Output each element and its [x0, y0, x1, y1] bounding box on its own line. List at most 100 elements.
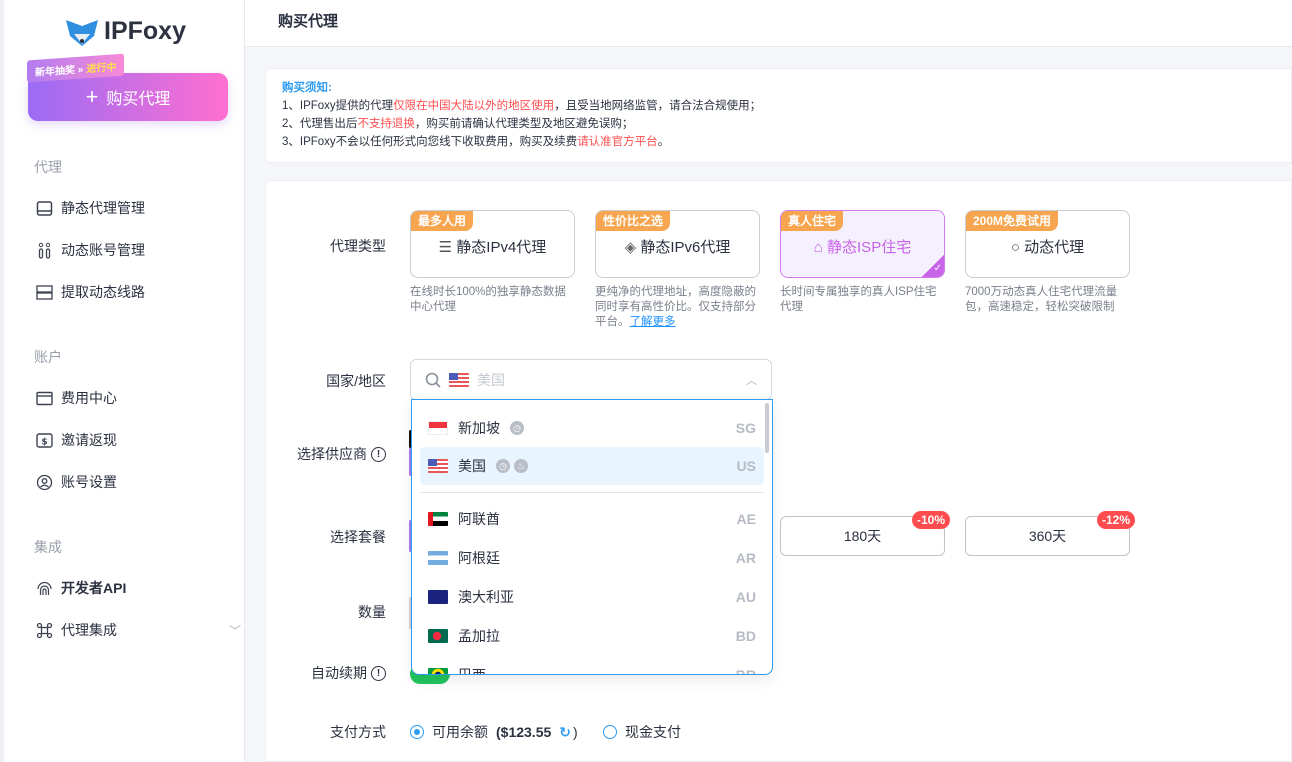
payment-cash-option[interactable]: 现金支付: [603, 722, 681, 742]
country-dropdown: 新加坡 ◷ SG 美国 ◷ ♨ US 阿联酋 AE 阿根廷 AR 澳大利亚 AU 孟加拉 BD 巴…: [411, 399, 773, 675]
country-option-br[interactable]: 巴西 BR: [420, 656, 764, 675]
country-name: 美国: [458, 458, 486, 474]
proxy-type-ipv6[interactable]: 性价比之选 ◈ 静态IPv6代理: [595, 210, 760, 278]
plus-icon: +: [85, 84, 99, 109]
proxy-type-desc: 7000万动态真人住宅代理流量包，高速稳定，轻松突破限制: [965, 286, 1118, 313]
country-select[interactable]: 美国 ︿: [410, 359, 772, 400]
notice-highlight: 仅限在中国大陆以外的地区使用: [393, 100, 555, 112]
sidebar: IPFoxy + 购买代理 新年抽奖 » 进行中 代理 静态代理管理 动态账号管理 …: [0, 0, 245, 762]
country-name: 孟加拉: [458, 628, 500, 644]
sidebar-item-proxy-integration[interactable]: 代理集成: [36, 620, 117, 640]
buy-proxy-label: 购买代理: [106, 91, 171, 108]
country-code: AR: [735, 550, 756, 566]
info-icon[interactable]: !: [371, 665, 386, 681]
info-icon[interactable]: !: [371, 446, 386, 462]
country-option-ae[interactable]: 阿联酋 AE: [420, 500, 764, 538]
sg-flag-icon: [428, 421, 448, 435]
label-plan: 选择套餐: [330, 529, 386, 545]
promo-text: 新年抽奖 »: [35, 63, 84, 79]
layers-icon: ◈: [624, 239, 637, 256]
plan-180-days[interactable]: 180天 -10%: [780, 511, 950, 556]
logo[interactable]: IPFoxy: [64, 16, 186, 46]
notice-text: 1、IPFoxy提供的代理: [282, 100, 394, 112]
radio-selected[interactable]: [410, 725, 424, 739]
bd-flag-icon: [428, 629, 448, 643]
country-name: 巴西: [458, 667, 486, 675]
sidebar-item-dynamic-accounts[interactable]: 动态账号管理: [36, 240, 145, 260]
balance-label: 可用余额: [432, 724, 488, 740]
refresh-icon[interactable]: ↻: [559, 724, 571, 741]
accounts-icon: [38, 242, 51, 259]
integration-icon: [36, 622, 53, 638]
divider: [420, 492, 764, 493]
country-option-au[interactable]: 澳大利亚 AU: [420, 578, 764, 616]
proxy-type-tag: 200M免费试用: [966, 211, 1059, 231]
country-code: US: [736, 458, 756, 474]
fire-icon: ♨: [514, 459, 528, 473]
cash-label: 现金支付: [625, 724, 681, 740]
proxy-type-ipv4[interactable]: 最多人用 ☰ 静态IPv4代理: [410, 210, 575, 278]
country-option-ar[interactable]: 阿根廷 AR: [420, 539, 764, 577]
home-icon: ⌂: [813, 239, 823, 256]
sidebar-item-account-settings[interactable]: 账号设置: [36, 472, 117, 492]
plan-label: 360天: [1028, 528, 1067, 544]
section-title-account: 账户: [34, 349, 62, 365]
country-option-sg[interactable]: 新加坡 ◷ SG: [420, 409, 764, 447]
notice-text: 。: [657, 136, 670, 148]
sidebar-item-label: 账号设置: [61, 474, 117, 490]
label-proxy-type: 代理类型: [330, 238, 386, 254]
sidebar-item-billing[interactable]: 费用中心: [36, 388, 117, 408]
country-option-bd[interactable]: 孟加拉 BD: [420, 617, 764, 655]
sidebar-item-label: 动态账号管理: [61, 242, 145, 258]
plan-360-days[interactable]: 360天 -12%: [965, 511, 1135, 556]
payment-balance-option[interactable]: 可用余额 ($123.55 ↻): [410, 722, 578, 742]
sidebar-item-referral[interactable]: $ 邀请返现: [36, 430, 117, 450]
label-auto-renew: 自动续期!: [311, 663, 386, 683]
country-code: BD: [735, 628, 756, 644]
card-icon: [36, 391, 53, 405]
notice-text: ，购买前请确认代理类型及地区避免误购；: [414, 118, 634, 130]
section-title-proxy: 代理: [34, 159, 62, 175]
sidebar-item-extract-lines[interactable]: 提取动态线路: [36, 282, 145, 302]
notice-title: 购买须知:: [282, 82, 332, 94]
proxy-type-name: 静态IPv6代理: [640, 239, 731, 256]
sidebar-item-static-proxy[interactable]: 静态代理管理: [36, 198, 145, 218]
discount-badge: -10%: [911, 511, 950, 529]
proxy-type-tag: 最多人用: [411, 211, 474, 231]
country-select-value: 美国: [477, 371, 505, 388]
proxy-type-name: 动态代理: [1024, 239, 1085, 256]
balance-close: ): [573, 724, 578, 740]
notice-line: 3、IPFoxy不会以任何形式向您线下收取费用，购买及续费请认准官方平台。: [282, 133, 1275, 151]
section-title-integration: 集成: [34, 539, 62, 555]
country-code: AU: [735, 589, 756, 605]
label-country: 国家/地区: [326, 373, 386, 389]
au-flag-icon: [428, 590, 448, 604]
country-code: SG: [735, 420, 756, 436]
learn-more-link[interactable]: 了解更多: [630, 316, 676, 328]
sidebar-item-label: 提取动态线路: [61, 284, 145, 300]
proxy-type-name: 静态ISP住宅: [827, 239, 912, 256]
us-flag-icon: [449, 372, 469, 387]
label-quantity: 数量: [358, 604, 386, 620]
fingerprint-icon: [37, 581, 52, 595]
notice-line: 2、代理售出后不支持退换，购买前请确认代理类型及地区避免误购；: [282, 115, 1275, 133]
proxy-type-dynamic[interactable]: 200M免费试用 ○ 动态代理: [965, 210, 1130, 278]
chevron-down-icon[interactable]: ﹀: [229, 622, 241, 639]
ae-flag-icon: [428, 512, 448, 526]
proxy-type-title: ⌂ 静态ISP住宅: [781, 236, 944, 257]
sidebar-item-developer-api[interactable]: 开发者API: [36, 578, 126, 598]
monitor-icon: [36, 200, 53, 216]
notice-line: 1、IPFoxy提供的代理仅限在中国大陆以外的地区使用，且受当地网络监管，请合法…: [282, 97, 1275, 115]
plan-label: 180天: [843, 528, 882, 544]
country-option-us[interactable]: 美国 ◷ ♨ US: [420, 447, 764, 485]
radio-unselected[interactable]: [603, 725, 617, 739]
proxy-type-title: ☰ 静态IPv4代理: [411, 236, 574, 257]
search-icon: [425, 372, 441, 388]
label-payment: 支付方式: [330, 724, 386, 740]
scrollbar[interactable]: [765, 403, 769, 453]
purchase-notice: 购买须知: 1、IPFoxy提供的代理仅限在中国大陆以外的地区使用，且受当地网络…: [265, 68, 1292, 163]
clock-icon: ◷: [510, 421, 524, 435]
notice-text: 3、IPFoxy不会以任何形式向您线下收取费用，购买及续费: [282, 136, 578, 148]
notice-text: ，且受当地网络监管，请合法合规使用；: [554, 100, 762, 112]
proxy-type-isp[interactable]: 真人住宅 ⌂ 静态ISP住宅 ✓: [780, 210, 945, 278]
